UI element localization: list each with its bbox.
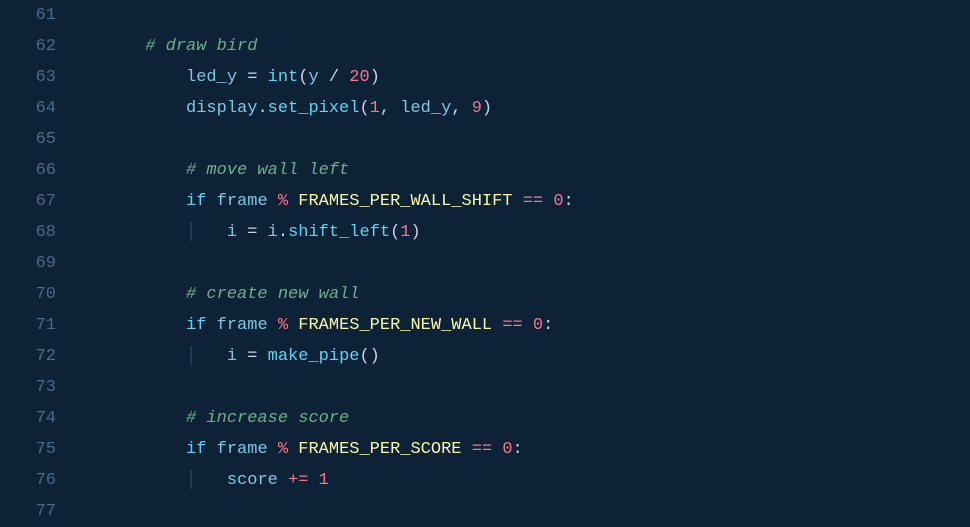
line-67: 67 [12,186,56,217]
line-70: 70 [12,279,56,310]
line-61: 61 [12,0,56,31]
line-65: 65 [12,124,56,155]
line-62: 62 [12,31,56,62]
line-64: 64 [12,93,56,124]
line-76: 76 [12,465,56,496]
line-69: 69 [12,248,56,279]
line-numbers: 61 62 63 64 65 66 67 68 69 70 71 72 73 7… [0,0,72,512]
line-71: 71 [12,310,56,341]
code-line-61: # draw bird [84,0,958,31]
line-74: 74 [12,403,56,434]
code-line-77: sleep(DELAY) [84,496,958,512]
code-line-65: # move wall left [84,124,958,155]
line-68: 68 [12,217,56,248]
line-75: 75 [12,434,56,465]
code-line-73: # increase score [84,372,958,403]
line-73: 73 [12,372,56,403]
code-editor: 61 62 63 64 65 66 67 68 69 70 71 72 73 7… [0,0,970,512]
line-72: 72 [12,341,56,372]
code-content: # draw bird led_y = int(y / 20) display.… [72,0,970,512]
line-63: 63 [12,62,56,93]
code-line-69: # create new wall [84,248,958,279]
line-66: 66 [12,155,56,186]
